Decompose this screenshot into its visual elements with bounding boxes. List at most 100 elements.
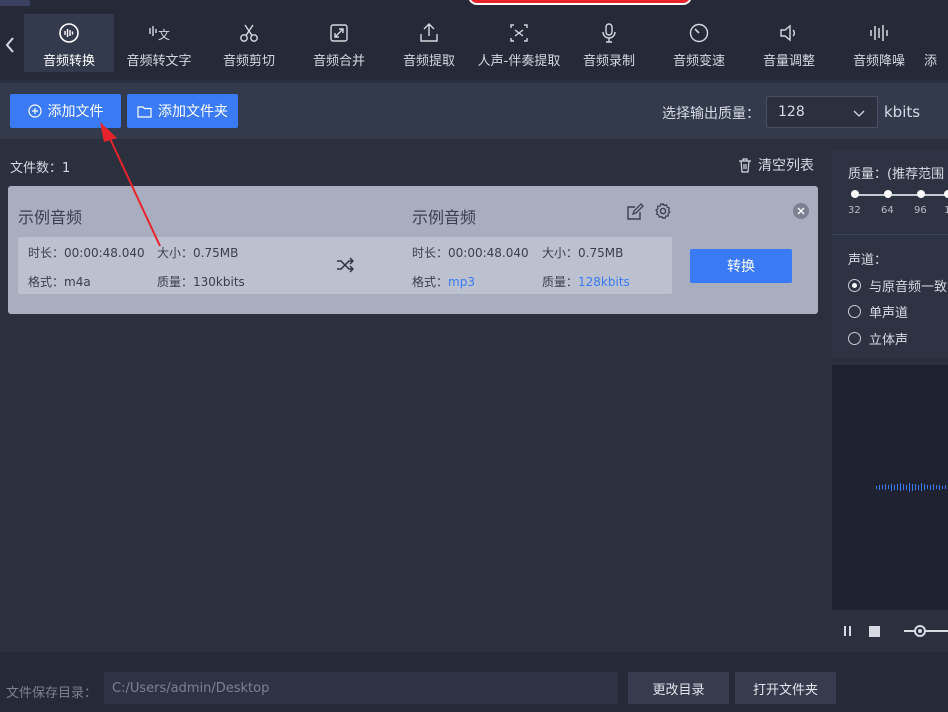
- convert-button[interactable]: 转换: [690, 249, 792, 283]
- channel-title: 声道：: [848, 253, 888, 268]
- format-label: 格式：: [412, 275, 449, 289]
- window-corner: [0, 0, 30, 6]
- pause-button[interactable]: [844, 626, 851, 636]
- waveform-bar: [933, 484, 934, 490]
- waveform-bar: [921, 483, 922, 491]
- speed-icon: [688, 22, 710, 44]
- quality-value: 128kbits: [578, 275, 630, 289]
- waveform-bar: [900, 483, 901, 491]
- format-label: 格式：: [28, 275, 65, 289]
- tab-label: 音频转换: [42, 54, 95, 69]
- waveform-bar: [918, 484, 919, 490]
- target-size: 大小：0.75MB: [542, 246, 624, 260]
- tab-vocal-extract[interactable]: 人声-伴奏提取: [474, 14, 564, 72]
- quality-slider-track[interactable]: [855, 194, 948, 196]
- waveform-bar: [936, 485, 937, 489]
- clear-list-button[interactable]: 清空列表: [738, 155, 814, 175]
- tab-audio-denoise[interactable]: 音频降噪: [834, 14, 924, 72]
- file-count: 文件数：1: [10, 161, 71, 176]
- chevron-down-icon: [853, 106, 865, 122]
- microphone-icon: [598, 22, 620, 44]
- slider-tick-label: 96: [914, 205, 927, 216]
- tab-more[interactable]: 添: [924, 14, 938, 72]
- waveform-bar: [945, 485, 946, 489]
- stop-button[interactable]: [869, 626, 880, 637]
- quality-label: 质量：: [542, 275, 579, 289]
- radio-icon: [848, 332, 861, 345]
- radio-icon: [848, 305, 861, 318]
- volume-slider-track[interactable]: [904, 630, 948, 632]
- tab-label: 音频录制: [582, 54, 635, 69]
- quality-slider-stop[interactable]: [884, 190, 892, 198]
- waveform-bar: [885, 484, 886, 490]
- waveform-bar: [939, 484, 940, 490]
- waveform-bar: [882, 485, 883, 489]
- tab-volume-adjust[interactable]: 音量调整: [744, 14, 834, 72]
- remove-file-button[interactable]: [793, 203, 809, 219]
- tab-label: 音频提取: [402, 54, 455, 69]
- quality-slider-stop[interactable]: [944, 190, 948, 198]
- waveform-bar: [927, 485, 928, 489]
- tab-audio-cut[interactable]: 音频剪切: [204, 14, 294, 72]
- waveform-bar: [879, 484, 880, 490]
- open-folder-button[interactable]: 打开文件夹: [735, 672, 836, 704]
- change-dir-button[interactable]: 更改目录: [628, 672, 729, 704]
- tab-label: 音频变速: [672, 54, 725, 69]
- tab-audio-speed[interactable]: 音频变速: [654, 14, 744, 72]
- tab-label: 音频合并: [312, 54, 365, 69]
- speech-to-text-icon: 文: [148, 22, 170, 44]
- waveform: [876, 479, 948, 495]
- merge-icon: [328, 22, 350, 44]
- save-dir-label: 文件保存目录：: [6, 686, 98, 701]
- tab-label: 音频转文字: [126, 54, 192, 69]
- waveform-bar: [912, 483, 913, 491]
- trash-icon: [738, 157, 752, 173]
- waveform-bar: [924, 484, 925, 490]
- format-value: m4a: [64, 275, 91, 289]
- save-dir-input[interactable]: [104, 672, 618, 704]
- vocal-separate-icon: [508, 22, 530, 44]
- tab-label: 人声-伴奏提取: [477, 54, 561, 69]
- nav-back-button[interactable]: [0, 28, 20, 62]
- footer: 文件保存目录： 更改目录 打开文件夹: [0, 652, 948, 712]
- volume-slider-knob[interactable]: [914, 625, 926, 637]
- folder-icon: [137, 105, 152, 118]
- tab-audio-to-text[interactable]: 文 音频转文字: [114, 14, 204, 72]
- top-red-banner[interactable]: [468, 0, 692, 5]
- edit-icon[interactable]: [626, 203, 644, 225]
- slider-tick-label: 32: [848, 205, 861, 216]
- quality-value: 130kbits: [193, 275, 245, 289]
- source-file-name: 示例音频: [18, 208, 83, 227]
- output-quality-select[interactable]: 128: [766, 96, 878, 128]
- clear-list-label: 清空列表: [758, 158, 814, 174]
- audio-convert-icon: [58, 22, 80, 44]
- waveform-bar: [903, 484, 904, 490]
- swap-icon[interactable]: [336, 257, 355, 276]
- tab-audio-convert[interactable]: 音频转换: [24, 14, 114, 72]
- output-quality-value: 128: [778, 104, 805, 120]
- tab-audio-merge[interactable]: 音频合并: [294, 14, 384, 72]
- radio-selected-icon: [848, 279, 861, 292]
- scissors-icon: [238, 22, 260, 44]
- player-controls: [832, 612, 948, 650]
- slider-tick-label: 1: [944, 205, 948, 216]
- channel-option-stereo[interactable]: 立体声: [848, 329, 908, 348]
- quality-slider-stop[interactable]: [851, 190, 859, 198]
- gear-icon[interactable]: [654, 202, 672, 224]
- tab-label: 音量调整: [762, 54, 815, 69]
- source-format: 格式：m4a: [28, 273, 91, 290]
- waveform-bar: [930, 484, 931, 490]
- channel-option-label: 单声道: [869, 306, 909, 321]
- waveform-bar: [897, 484, 898, 490]
- tab-audio-extract[interactable]: 音频提取: [384, 14, 474, 72]
- tab-audio-record[interactable]: 音频录制: [564, 14, 654, 72]
- svg-text:文: 文: [158, 27, 170, 42]
- channel-option-label: 立体声: [869, 333, 909, 348]
- volume-icon: [778, 22, 800, 44]
- target-quality: 质量：128kbits: [542, 273, 630, 290]
- quality-title: 质量：(推荐范围: [848, 167, 945, 182]
- channel-option-mono[interactable]: 单声道: [848, 302, 908, 321]
- channel-option-original[interactable]: 与原音频一致: [848, 276, 947, 295]
- waveform-bar: [942, 485, 943, 489]
- quality-slider-stop[interactable]: [917, 190, 925, 198]
